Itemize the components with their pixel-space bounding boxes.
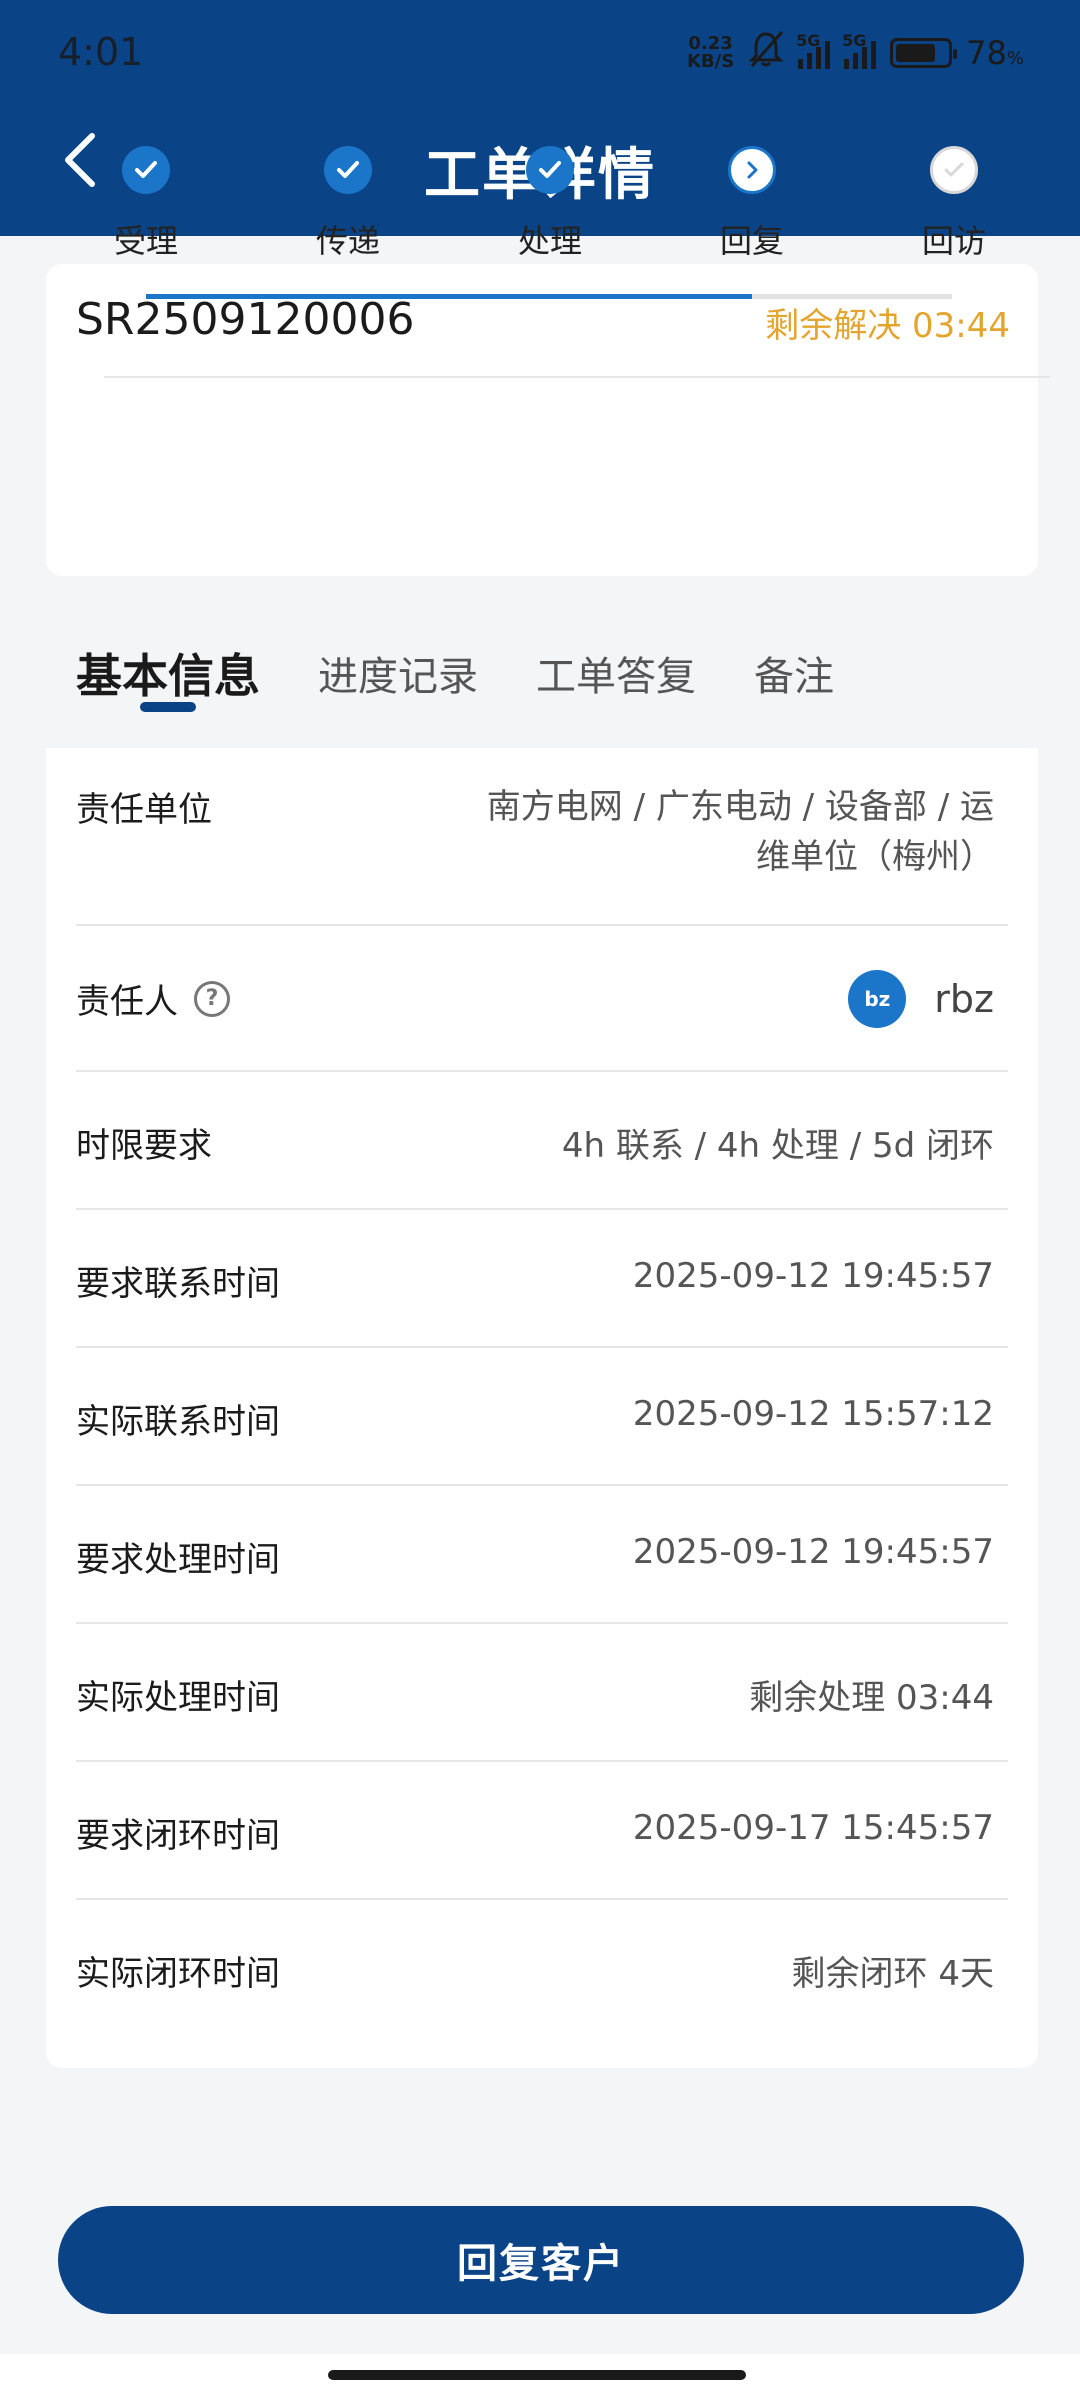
person-name: rbz xyxy=(934,977,994,1021)
progress-line-done xyxy=(146,294,752,299)
network-speed: 0.23 KB/S xyxy=(686,33,735,72)
chevron-right-icon xyxy=(728,146,776,194)
bell-muted-icon xyxy=(748,30,784,77)
avatar: bz xyxy=(848,970,907,1028)
order-summary-card: SR2509120006 剩余解决 03:44 xyxy=(46,264,1050,576)
step-process: 处理 xyxy=(480,146,620,262)
row-value: 2025-09-12 19:45:57 xyxy=(632,1256,994,1296)
row-label: 实际处理时间 xyxy=(76,1678,280,1718)
detail-row-time-limit: 时限要求 4h 联系 / 4h 处理 / 5d 闭环 xyxy=(76,1072,1008,1210)
tab-progress[interactable]: 进度记录 xyxy=(318,644,478,702)
signal-icon-sim1: 5G xyxy=(796,31,831,69)
active-tab-indicator xyxy=(140,702,196,712)
tab-basic-info[interactable]: 基本信息 xyxy=(76,640,260,706)
row-value: 2025-09-17 15:45:57 xyxy=(632,1808,994,1848)
progress-line-todo xyxy=(752,294,952,299)
reply-customer-button[interactable]: 回复客户 xyxy=(58,2206,1024,2314)
detail-row-required-close: 要求闭环时间 2025-09-17 15:45:57 xyxy=(76,1762,1008,1900)
divider xyxy=(104,376,1050,378)
check-icon xyxy=(526,146,574,194)
check-icon xyxy=(324,146,372,194)
row-label: 时限要求 xyxy=(76,1126,212,1166)
step-label: 回复 xyxy=(719,222,784,260)
row-label: 责任人 ? xyxy=(76,974,230,1023)
detail-row-actual-contact: 实际联系时间 2025-09-12 15:57:12 xyxy=(76,1348,1008,1486)
row-value: 2025-09-12 19:45:57 xyxy=(632,1532,994,1572)
row-label: 要求闭环时间 xyxy=(76,1816,280,1856)
row-value: 剩余处理 03:44 xyxy=(749,1678,994,1718)
battery-percent: 78% xyxy=(966,34,1024,72)
detail-row-actual-process: 实际处理时间 剩余处理 03:44 xyxy=(76,1624,1008,1762)
detail-card: 责任单位 南方电网 / 广东电动 / 设备部 / 运 维单位（梅州） 责任人 ?… xyxy=(46,748,1038,2068)
signal-icon-sim2: 5G xyxy=(842,31,877,69)
detail-row-required-process: 要求处理时间 2025-09-12 19:45:57 xyxy=(76,1486,1008,1624)
check-icon xyxy=(122,146,170,194)
step-reply: 回复 xyxy=(682,146,822,262)
tab-reply[interactable]: 工单答复 xyxy=(536,644,696,702)
row-value: 剩余闭环 4天 xyxy=(791,1954,994,1994)
step-label: 回访 xyxy=(921,222,986,260)
check-icon xyxy=(930,146,978,194)
battery-icon xyxy=(890,38,958,68)
status-bar: 4:01 0.23 KB/S 5G 5G 78% xyxy=(0,0,1080,106)
row-value: 南方电网 / 广东电动 / 设备部 / 运 维单位（梅州） xyxy=(486,787,994,877)
detail-row-unit: 责任单位 南方电网 / 广东电动 / 设备部 / 运 维单位（梅州） xyxy=(76,748,1008,926)
tab-notes[interactable]: 备注 xyxy=(754,644,834,702)
step-revisit: 回访 xyxy=(884,146,1024,262)
step-accept: 受理 xyxy=(76,146,216,262)
row-label: 要求处理时间 xyxy=(76,1540,280,1580)
status-time: 4:01 xyxy=(58,30,144,74)
row-label: 实际闭环时间 xyxy=(76,1954,280,1994)
step-label: 受理 xyxy=(113,222,178,260)
row-label: 责任单位 xyxy=(76,790,212,830)
row-label: 实际联系时间 xyxy=(76,1402,280,1442)
row-label: 要求联系时间 xyxy=(76,1264,280,1304)
row-value: 2025-09-12 15:57:12 xyxy=(632,1394,994,1434)
person-value[interactable]: bz rbz xyxy=(848,970,994,1028)
detail-row-required-contact: 要求联系时间 2025-09-12 19:45:57 xyxy=(76,1210,1008,1348)
row-value: 4h 联系 / 4h 处理 / 5d 闭环 xyxy=(561,1126,994,1166)
remaining-time-badge: 剩余解决 03:44 xyxy=(765,306,1010,346)
step-label: 处理 xyxy=(517,222,582,260)
status-icons: 0.23 KB/S 5G 5G 78% xyxy=(687,30,1024,76)
detail-row-actual-close: 实际闭环时间 剩余闭环 4天 xyxy=(76,1900,1008,2038)
order-id: SR2509120006 xyxy=(76,294,415,345)
help-icon[interactable]: ? xyxy=(194,980,230,1017)
step-label: 传递 xyxy=(315,222,380,260)
home-indicator[interactable] xyxy=(328,2370,746,2380)
step-transfer: 传递 xyxy=(278,146,418,262)
detail-row-person: 责任人 ? bz rbz xyxy=(76,926,1008,1072)
